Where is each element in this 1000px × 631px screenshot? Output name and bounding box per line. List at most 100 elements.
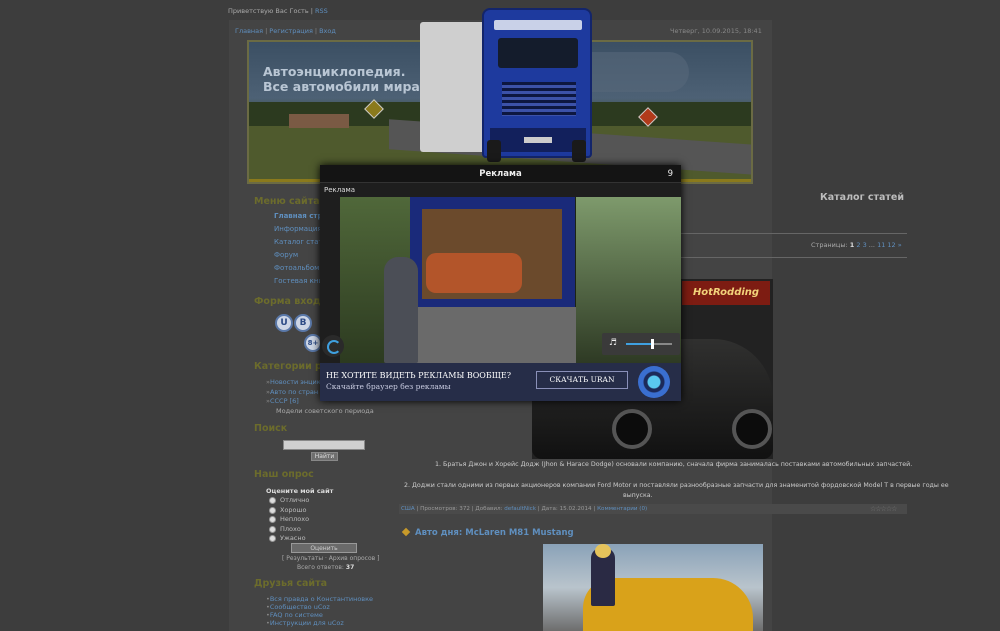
poll-option[interactable]: Хорошо bbox=[269, 506, 306, 514]
article-paragraph: 1. Братья Джон и Хорейс Додж (Jhon & Har… bbox=[435, 461, 913, 468]
poll-option-label: Отлично bbox=[280, 496, 310, 504]
ad-title: Реклама bbox=[479, 169, 522, 179]
truck-grille bbox=[502, 82, 576, 116]
friend-link[interactable]: Сообщество uCoz bbox=[266, 603, 373, 611]
catalog-title: Каталог статей bbox=[820, 192, 905, 203]
radio-icon[interactable] bbox=[269, 496, 276, 504]
page-link[interactable]: 12 bbox=[887, 241, 895, 249]
radio-icon[interactable] bbox=[269, 515, 276, 523]
banner-house bbox=[289, 114, 349, 128]
pagination: Страницы: 1 2 3 ... 11 12 » bbox=[811, 241, 902, 249]
friends-title: Друзья сайта bbox=[254, 578, 328, 589]
friend-link[interactable]: Инструкции для uCoz bbox=[266, 619, 373, 627]
page-ellipsis: ... bbox=[868, 241, 875, 249]
poll-total-value: 37 bbox=[345, 564, 355, 571]
volume-knob[interactable] bbox=[651, 339, 654, 349]
menu-item[interactable]: Каталог стат bbox=[274, 236, 325, 249]
truck-windshield bbox=[498, 38, 578, 68]
poll-total-label: Всего ответов: bbox=[297, 564, 344, 571]
meta-author[interactable]: defaultNick bbox=[504, 506, 536, 512]
page-link[interactable]: 3 bbox=[863, 241, 867, 249]
menu-item[interactable]: Главная стр bbox=[274, 210, 325, 223]
search-input[interactable] bbox=[283, 440, 365, 450]
divider bbox=[680, 257, 907, 258]
meta-category[interactable]: США bbox=[401, 506, 415, 512]
volume-fill bbox=[626, 343, 651, 345]
truck-plate bbox=[524, 137, 552, 143]
friend-link[interactable]: Вся правда о Константиновке bbox=[266, 595, 373, 603]
truck-trailer bbox=[420, 22, 490, 152]
car-wheel bbox=[612, 409, 652, 449]
video-truck-bed bbox=[410, 307, 576, 363]
radio-icon[interactable] bbox=[269, 534, 276, 542]
menu-item[interactable]: Гостевая кни bbox=[274, 275, 325, 288]
greeting: Приветствую Вас Гость | RSS bbox=[228, 7, 328, 15]
search-title: Поиск bbox=[254, 423, 288, 434]
page-link[interactable]: 11 bbox=[877, 241, 885, 249]
truck-icon bbox=[482, 8, 592, 158]
article-meta: США | Просмотров: 372 | Добавил: default… bbox=[399, 504, 907, 514]
divider bbox=[680, 233, 907, 234]
truck-visor bbox=[494, 20, 582, 30]
friends-list: Вся правда о Константиновке Сообщество u… bbox=[266, 595, 373, 627]
menu-item[interactable]: Информация bbox=[274, 223, 325, 236]
poll-option[interactable]: Неплохо bbox=[269, 515, 309, 523]
auto-of-day: Авто дня: McLaren M81 Mustang bbox=[401, 527, 574, 538]
meta-comments[interactable]: Комментарии (0) bbox=[597, 506, 647, 512]
ad-question: НЕ ХОТИТЕ ВИДЕТЬ РЕКЛАМЫ ВООБЩЕ? bbox=[326, 371, 511, 380]
ad-countdown: 9 bbox=[667, 169, 673, 179]
page-link[interactable]: 2 bbox=[856, 241, 860, 249]
categories-title: Категории ра bbox=[254, 361, 329, 372]
vk-login-icon[interactable]: B bbox=[294, 314, 312, 332]
ad-footer: НЕ ХОТИТЕ ВИДЕТЬ РЕКЛАМЫ ВООБЩЕ? Скачайт… bbox=[320, 363, 681, 401]
poll-option[interactable]: Ужасно bbox=[269, 534, 306, 542]
nav-login[interactable]: Вход bbox=[319, 27, 336, 35]
ucoz-login-icon[interactable]: U bbox=[275, 314, 293, 332]
meta-date: Дата: 15.02.2014 bbox=[541, 506, 592, 512]
loading-spinner-icon bbox=[322, 335, 344, 357]
volume-control[interactable]: ♬ bbox=[602, 333, 680, 355]
model-hair bbox=[595, 544, 611, 558]
category-description: Модели советского периода bbox=[276, 406, 374, 415]
page-next[interactable]: » bbox=[898, 241, 902, 249]
nav-register[interactable]: Регистрация bbox=[269, 27, 313, 35]
poll-option[interactable]: Отлично bbox=[269, 496, 309, 504]
truck-wheel bbox=[572, 140, 586, 162]
download-button[interactable]: СКАЧАТЬ URAN bbox=[536, 371, 628, 389]
poll-total: Всего ответов: 37 bbox=[297, 564, 354, 571]
uran-browser-logo-icon[interactable] bbox=[638, 366, 670, 398]
poll-option[interactable]: Плохо bbox=[269, 525, 301, 533]
login-title: Форма входа bbox=[254, 296, 327, 307]
poll-submit-button[interactable]: Оценить bbox=[291, 543, 357, 553]
diamond-icon bbox=[401, 527, 411, 537]
poll-option-label: Ужасно bbox=[280, 534, 306, 542]
ad-header: Реклама 9 bbox=[320, 165, 681, 183]
speaker-icon[interactable]: ♬ bbox=[609, 338, 617, 348]
search-button[interactable]: Найти bbox=[311, 452, 338, 461]
friend-link[interactable]: FAQ по системе bbox=[266, 611, 373, 619]
poll-option-label: Плохо bbox=[280, 525, 301, 533]
menu-item[interactable]: Форум bbox=[274, 249, 325, 262]
poll-option-label: Неплохо bbox=[280, 515, 310, 523]
pagination-label: Страницы: bbox=[811, 241, 848, 249]
video-sofa bbox=[426, 253, 522, 293]
magazine-logo: HotRodding bbox=[682, 281, 770, 305]
poll-question: Оцените мой сайт bbox=[266, 487, 334, 495]
menu-list: Главная стр Информация Каталог стат Фору… bbox=[274, 210, 325, 288]
article-paragraph: 2. Доджи стали одними из первых акционер… bbox=[404, 482, 949, 489]
menu-item[interactable]: Фотоальбомы bbox=[274, 262, 325, 275]
radio-icon[interactable] bbox=[269, 506, 276, 514]
poll-title: Наш опрос bbox=[254, 469, 314, 480]
menu-title: Меню сайта bbox=[254, 196, 320, 207]
radio-icon[interactable] bbox=[269, 525, 276, 533]
auto-of-day-link[interactable]: Авто дня: McLaren M81 Mustang bbox=[415, 528, 574, 538]
banner-slogan: Автоэнциклопедия. Все автомобили мира. bbox=[263, 64, 425, 94]
nav-home[interactable]: Главная bbox=[235, 27, 263, 35]
ad-label: Реклама bbox=[324, 186, 356, 194]
truck-wheel bbox=[487, 140, 501, 162]
ad-subtext: Скачайте браузер без рекламы bbox=[326, 382, 451, 391]
rating-stars-icon[interactable]: ☆☆☆☆☆ bbox=[870, 505, 897, 513]
poll-links[interactable]: [ Результаты · Архив опросов ] bbox=[282, 555, 379, 562]
video-mover bbox=[384, 257, 418, 363]
rss-link[interactable]: RSS bbox=[315, 7, 328, 15]
